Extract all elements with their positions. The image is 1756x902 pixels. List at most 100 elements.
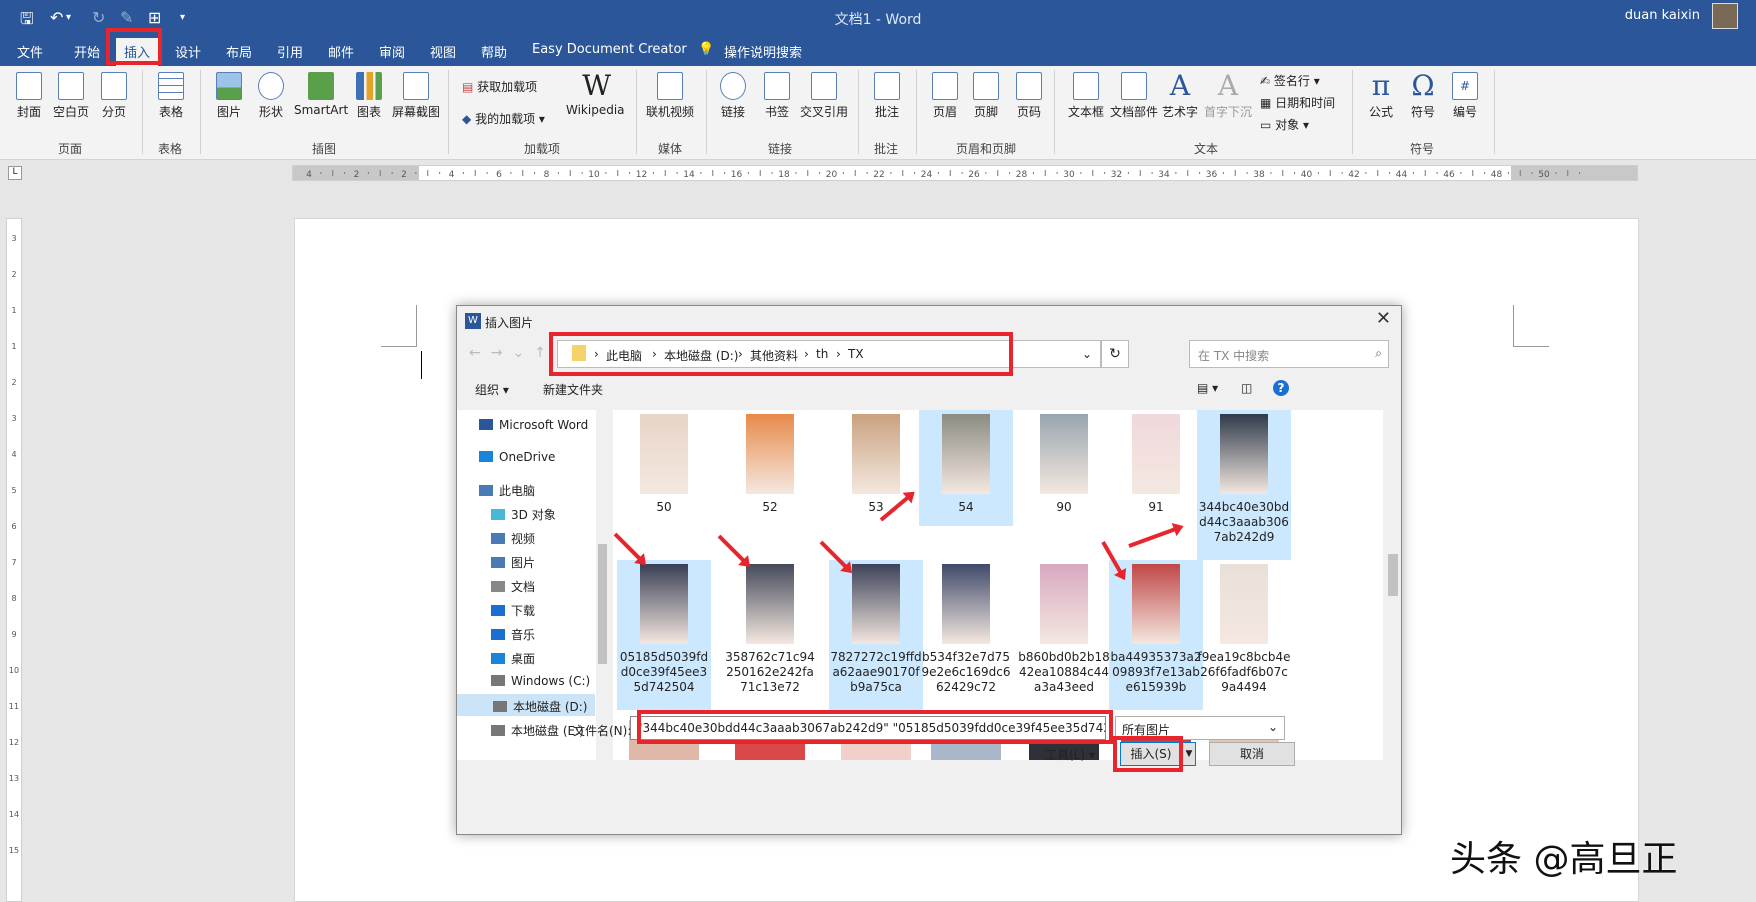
desktop-icon (491, 653, 505, 664)
vertical-ruler[interactable]: 3 2 1 1 2 3 4 5 6 7 8 9 10 11 12 13 14 15 (6, 218, 22, 902)
nav-item[interactable]: Microsoft Word (479, 418, 588, 432)
cross-reference-button[interactable]: 交叉引用 (800, 72, 848, 120)
nav-item[interactable]: Windows (C:) (491, 674, 590, 688)
tab-mailings[interactable]: 邮件 (328, 42, 354, 61)
textbox-button[interactable]: 文本框 (1068, 72, 1104, 120)
search-input[interactable]: 在 TX 中搜索 ⌕ (1189, 340, 1389, 368)
wordart-button[interactable]: A 艺术字 (1162, 72, 1198, 120)
ruler-label: 26 (968, 170, 980, 180)
quick-parts-button[interactable]: 文档部件 (1110, 72, 1158, 120)
picture-icon (491, 557, 505, 568)
new-folder-button[interactable]: 新建文件夹 (543, 381, 603, 398)
file-item[interactable]: 344bc40e30bdd44c3aaab3067ab242d9 (1197, 410, 1291, 560)
organize-button[interactable]: 组织 ▾ (475, 381, 509, 398)
number-button[interactable]: # 编号 (1452, 72, 1478, 120)
nav-item[interactable]: 图片 (491, 554, 535, 571)
datetime-button[interactable]: ▦ 日期和时间 (1260, 94, 1335, 111)
file-item[interactable]: 54 (919, 410, 1013, 526)
chart-button[interactable]: 图表 (356, 72, 382, 120)
screenshot-button[interactable]: 屏幕截图 (392, 72, 440, 120)
tab-layout[interactable]: 布局 (226, 42, 252, 61)
tab-view[interactable]: 视图 (430, 42, 456, 61)
file-item[interactable]: 53 (829, 410, 923, 526)
avatar[interactable] (1712, 3, 1738, 29)
footer-button[interactable]: 页脚 (973, 72, 999, 120)
chevron-down-icon[interactable]: ⌄ (1082, 347, 1092, 361)
file-item[interactable]: 90 (1017, 410, 1111, 526)
preview-pane-icon[interactable]: ◫ (1241, 381, 1252, 395)
tab-design[interactable]: 设计 (175, 42, 201, 61)
help-icon[interactable]: ? (1273, 380, 1289, 396)
tools-button[interactable]: 工具(L) ▾ (1045, 746, 1095, 763)
online-video-button[interactable]: 联机视频 (646, 72, 694, 120)
file-item[interactable]: 52 (723, 410, 817, 526)
symbol-button[interactable]: Ω 符号 (1410, 72, 1436, 120)
image-thumbnail (942, 564, 990, 644)
blank-page-button[interactable]: 空白页 (53, 72, 89, 120)
nav-item[interactable]: 此电脑 (479, 482, 535, 499)
file-item[interactable]: ba44935373a209893f7e13abe615939b (1109, 560, 1203, 710)
page-break-button[interactable]: 分页 (101, 72, 127, 120)
tab-easy-document-creator[interactable]: Easy Document Creator (532, 42, 687, 57)
object-button[interactable]: ▭ 对象 ▾ (1260, 116, 1309, 133)
nav-item[interactable]: 本地磁盘 (D:) (457, 694, 595, 716)
cancel-button[interactable]: 取消 (1209, 742, 1295, 766)
file-item[interactable]: b534f32e7d759e2e6c169dc662429c72 (919, 560, 1013, 710)
nav-scroll-thumb[interactable] (598, 544, 607, 664)
comment-button[interactable]: 批注 (874, 72, 900, 120)
tell-me-search[interactable]: 操作说明搜索 (724, 42, 802, 61)
page-number-button[interactable]: 页码 (1016, 72, 1042, 120)
wikipedia-button[interactable]: W Wikipedia (566, 72, 625, 118)
navigation-arrows[interactable]: ←→⌄↑ (469, 345, 556, 361)
refresh-icon[interactable]: ↻ (1101, 340, 1129, 368)
nav-item[interactable]: 视频 (491, 530, 535, 547)
nav-scrollbar[interactable] (596, 410, 609, 760)
ruler-label: 6 (496, 170, 502, 180)
wordart-icon: A (1169, 69, 1191, 102)
get-addins-button[interactable]: ▤ 获取加载项 (462, 78, 537, 95)
picture-button[interactable]: 图片 (216, 72, 242, 120)
nav-item[interactable]: 下载 (491, 602, 535, 619)
cover-button[interactable]: 封面 (16, 72, 42, 120)
equation-button[interactable]: π 公式 (1368, 72, 1394, 120)
tab-help[interactable]: 帮助 (481, 42, 507, 61)
nav-item[interactable]: 音乐 (491, 626, 535, 643)
bookmark-button[interactable]: 书签 (764, 72, 790, 120)
horizontal-ruler[interactable]: 4 2 2 4 6 8 10 12 14 16 18 20 22 24 26 28 30 32 34 36 38 40 42… (292, 165, 1638, 181)
close-icon[interactable]: ✕ (1376, 308, 1391, 329)
signature-line-button[interactable]: ✍ 签名行 ▾ (1260, 72, 1320, 89)
user-name[interactable]: duan kaixin (1625, 8, 1700, 23)
file-item[interactable]: 05185d5039fdd0ce39f45ee35d742504 (617, 560, 711, 710)
shapes-button[interactable]: 形状 (258, 72, 284, 120)
file-item[interactable]: 91 (1109, 410, 1203, 526)
header-button[interactable]: 页眉 (932, 72, 958, 120)
my-addins-button[interactable]: ◆ 我的加载项 ▾ (462, 110, 545, 127)
tab-review[interactable]: 审阅 (379, 42, 405, 61)
nav-item[interactable]: 3D 对象 (491, 506, 556, 523)
nav-item[interactable]: 本地磁盘 (E:) (491, 722, 584, 739)
nav-item[interactable]: OneDrive (479, 450, 555, 464)
ruler-label: 8 (544, 170, 550, 180)
cross-reference-icon (811, 72, 837, 100)
link-button[interactable]: 链接 (720, 72, 746, 120)
view-options-icon[interactable]: ▤ ▾ (1197, 381, 1218, 395)
divider (1054, 70, 1055, 154)
table-button[interactable]: 表格 (158, 72, 184, 120)
file-item[interactable]: 7827272c19ffda62aae90170fb9a75ca (829, 560, 923, 710)
tab-references[interactable]: 引用 (277, 42, 303, 61)
file-scroll-thumb[interactable] (1388, 554, 1398, 596)
search-icon: ⌕ (1375, 346, 1382, 360)
file-item[interactable]: 50 (617, 410, 711, 526)
tab-file[interactable]: 文件 (17, 42, 43, 61)
tab-selector[interactable]: L (8, 166, 22, 180)
file-list-scrollbar[interactable] (1385, 410, 1401, 760)
file-item[interactable]: f9ea19c8bcb4e26f6fadf6b07c9a4494 (1197, 560, 1291, 710)
insert-dropdown-icon[interactable]: ▼ (1182, 742, 1196, 766)
nav-item[interactable]: 文档 (491, 578, 535, 595)
tab-home[interactable]: 开始 (74, 42, 100, 61)
image-thumbnail (746, 564, 794, 644)
file-item[interactable]: b860bd0b2b1842ea10884c44a3a43eed (1017, 560, 1111, 710)
smartart-button[interactable]: SmartArt (294, 72, 348, 117)
nav-item[interactable]: 桌面 (491, 650, 535, 667)
file-item[interactable]: 358762c71c94250162e242fa71c13e72 (723, 560, 817, 710)
